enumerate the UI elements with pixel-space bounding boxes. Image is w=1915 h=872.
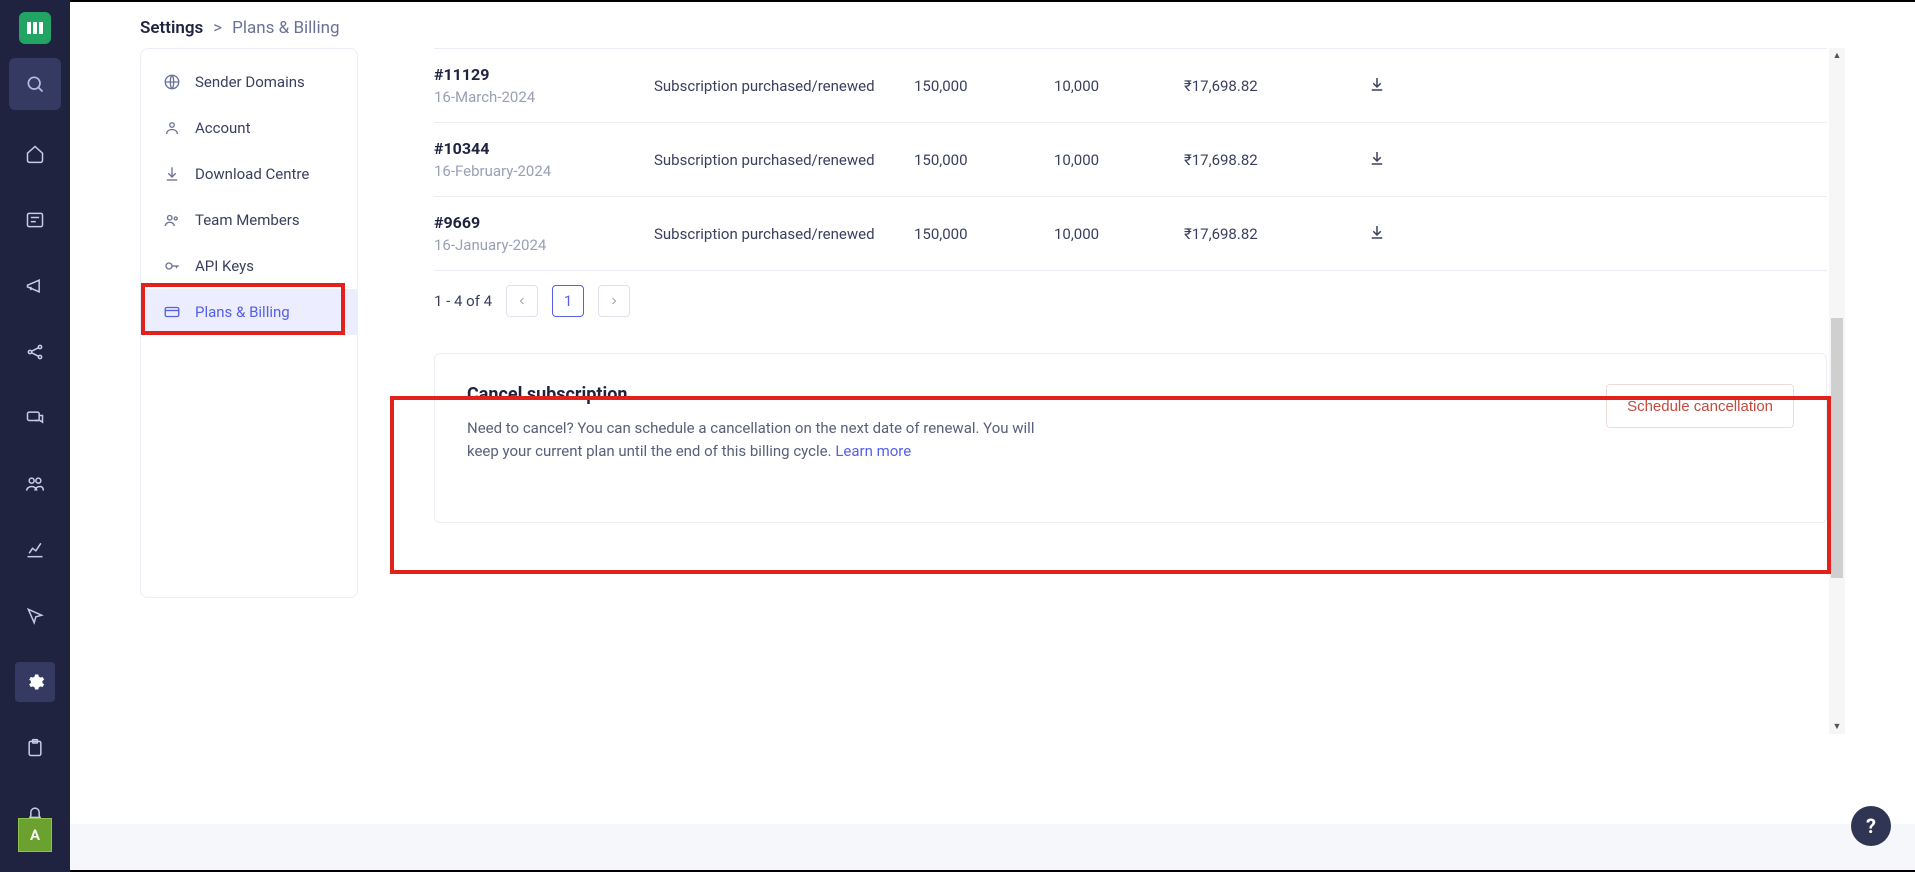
gear-icon <box>25 672 45 692</box>
cancel-body: Need to cancel? You can schedule a cance… <box>467 417 1067 462</box>
download-icon <box>163 165 181 183</box>
team-icon <box>163 211 181 229</box>
nav-home[interactable] <box>15 134 55 174</box>
card-icon <box>163 303 181 321</box>
key-icon <box>163 257 181 275</box>
scroll-up-icon: ▲ <box>1833 48 1842 63</box>
breadcrumb: Settings > Plans & Billing <box>70 2 1915 48</box>
scroll-thumb[interactable] <box>1831 318 1843 578</box>
scroll-down-icon: ▼ <box>1833 719 1842 734</box>
sidebar-item-label: Download Centre <box>195 165 309 183</box>
pagination: 1 - 4 of 4 1 <box>434 271 1827 353</box>
invoice-id: #9669 <box>434 213 654 232</box>
avatar-initial: A <box>30 826 40 844</box>
cursor-icon <box>25 606 45 626</box>
globe-icon <box>163 73 181 91</box>
invoice-id: #11129 <box>434 65 654 84</box>
chat-icon <box>25 408 45 428</box>
download-icon <box>1368 223 1386 241</box>
invoice-value1: 150,000 <box>914 151 1054 169</box>
invoice-value1: 150,000 <box>914 77 1054 95</box>
download-icon <box>1368 149 1386 167</box>
invoice-date: 16-March-2024 <box>434 88 654 106</box>
sidebar-item-label: Account <box>195 119 251 137</box>
share-icon <box>25 342 45 362</box>
invoice-desc: Subscription purchased/renewed <box>654 77 914 95</box>
app-logo[interactable] <box>19 12 51 44</box>
invoice-amount: ₹17,698.82 <box>1184 151 1344 169</box>
help-button[interactable]: ? <box>1851 806 1891 846</box>
sidebar-item-label: API Keys <box>195 257 254 275</box>
nav-contacts[interactable] <box>15 200 55 240</box>
sidebar-item-sender-domains[interactable]: Sender Domains <box>141 59 357 105</box>
nav-messages[interactable] <box>15 398 55 438</box>
download-invoice-button[interactable] <box>1368 75 1386 97</box>
person-icon <box>163 119 181 137</box>
download-icon <box>1368 75 1386 93</box>
clipboard-icon <box>25 738 45 758</box>
chart-icon <box>25 540 45 560</box>
pagination-page-1[interactable]: 1 <box>552 285 584 317</box>
invoice-value1: 150,000 <box>914 225 1054 243</box>
help-icon: ? <box>1866 814 1876 838</box>
sidebar-item-account[interactable]: Account <box>141 105 357 151</box>
scrollbar[interactable]: ▲ ▼ <box>1829 48 1845 734</box>
content-panel: ▲ ▼ #11129 16-March-2024 Subscription pu… <box>390 48 1845 794</box>
home-icon <box>25 144 45 164</box>
invoice-date: 16-January-2024 <box>434 236 654 254</box>
sidebar-item-download-centre[interactable]: Download Centre <box>141 151 357 197</box>
download-invoice-button[interactable] <box>1368 149 1386 171</box>
nav-clipboard[interactable] <box>15 728 55 768</box>
main-area: Settings > Plans & Billing Sender Domain… <box>70 0 1915 872</box>
sidebar-item-api-keys[interactable]: API Keys <box>141 243 357 289</box>
pagination-range: 1 - 4 of 4 <box>434 292 492 310</box>
settings-sidebar: Sender Domains Account Download Centre T… <box>140 48 358 598</box>
sidebar-item-label: Plans & Billing <box>195 303 290 321</box>
chevron-left-icon <box>516 295 528 307</box>
sidebar-item-plans-billing[interactable]: Plans & Billing <box>141 289 357 335</box>
nav-analytics[interactable] <box>15 530 55 570</box>
chevron-right-icon <box>608 295 620 307</box>
cancel-title: Cancel subscription <box>467 384 1067 405</box>
nav-settings[interactable] <box>15 662 55 702</box>
breadcrumb-separator: > <box>213 18 222 38</box>
invoice-row: #9669 16-January-2024 Subscription purch… <box>434 197 1827 271</box>
footer-bar <box>70 824 1915 870</box>
card-icon <box>25 210 45 230</box>
breadcrumb-root[interactable]: Settings <box>140 18 203 38</box>
user-avatar[interactable]: A <box>18 818 52 852</box>
cancel-learn-more[interactable]: Learn more <box>835 442 911 460</box>
nav-automation[interactable] <box>15 596 55 636</box>
invoice-desc: Subscription purchased/renewed <box>654 151 914 169</box>
invoice-value2: 10,000 <box>1054 151 1184 169</box>
left-rail: A <box>0 0 70 872</box>
cancel-subscription-card: Cancel subscription Need to cancel? You … <box>434 353 1827 523</box>
nav-campaigns[interactable] <box>15 266 55 306</box>
invoice-amount: ₹17,698.82 <box>1184 77 1344 95</box>
invoice-date: 16-February-2024 <box>434 162 654 180</box>
invoice-value2: 10,000 <box>1054 225 1184 243</box>
megaphone-icon <box>25 276 45 296</box>
schedule-cancellation-button[interactable]: Schedule cancellation <box>1606 384 1794 428</box>
nav-audience[interactable] <box>15 464 55 504</box>
sidebar-item-label: Sender Domains <box>195 73 305 91</box>
invoice-row: #10344 16-February-2024 Subscription pur… <box>434 123 1827 197</box>
invoice-id: #10344 <box>434 139 654 158</box>
invoice-amount: ₹17,698.82 <box>1184 225 1344 243</box>
search-icon <box>25 74 45 94</box>
pagination-next[interactable] <box>598 285 630 317</box>
invoice-row: #11129 16-March-2024 Subscription purcha… <box>434 48 1827 123</box>
invoice-desc: Subscription purchased/renewed <box>654 225 914 243</box>
page-number: 1 <box>564 292 572 310</box>
breadcrumb-current: Plans & Billing <box>232 18 339 38</box>
invoice-value2: 10,000 <box>1054 77 1184 95</box>
people-icon <box>25 474 45 494</box>
download-invoice-button[interactable] <box>1368 223 1386 245</box>
search-button[interactable] <box>9 58 61 110</box>
nav-share[interactable] <box>15 332 55 372</box>
sidebar-item-team-members[interactable]: Team Members <box>141 197 357 243</box>
sidebar-item-label: Team Members <box>195 211 300 229</box>
pagination-prev[interactable] <box>506 285 538 317</box>
